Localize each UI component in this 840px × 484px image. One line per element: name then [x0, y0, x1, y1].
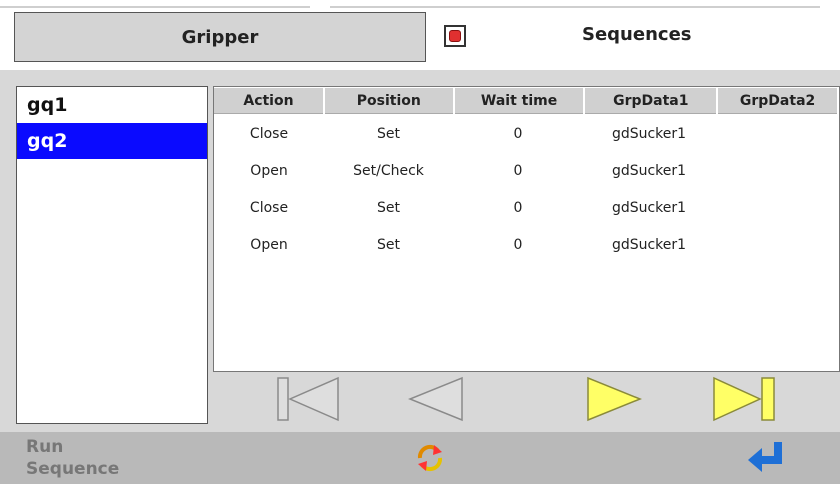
cell-grpdata1: gdSucker1 [611, 162, 687, 179]
sequence-list[interactable]: gq1 gq2 [16, 86, 208, 424]
top-border [0, 0, 840, 10]
cell-action: Close [249, 125, 289, 142]
cell-wait-time: 0 [513, 162, 523, 179]
table-row[interactable]: Open Set/Check 0 gdSucker1 [214, 152, 839, 189]
next-button[interactable] [584, 376, 654, 422]
stop-button[interactable] [444, 25, 466, 47]
next-icon [587, 376, 643, 422]
previous-button[interactable] [406, 376, 476, 422]
cell-wait-time: 0 [513, 199, 523, 216]
list-item[interactable]: gq1 [17, 87, 207, 123]
last-icon [713, 376, 775, 422]
list-item-label: gq2 [27, 130, 68, 152]
stop-icon [449, 30, 461, 42]
first-icon [277, 376, 339, 422]
run-sequence-button[interactable]: Run Sequence [26, 436, 146, 480]
cell-position: Set [377, 199, 400, 216]
refresh-icon [417, 444, 443, 472]
tab-sequences-label: Sequences [582, 24, 692, 45]
column-header-position[interactable]: Position [324, 88, 453, 114]
first-button[interactable] [276, 376, 346, 422]
cell-wait-time: 0 [513, 125, 523, 142]
cell-wait-time: 0 [513, 236, 523, 253]
table-header: Action Position Wait time GrpData1 GrpDa… [214, 87, 839, 115]
cell-action: Close [249, 199, 289, 216]
tab-sequences[interactable]: Sequences [432, 12, 840, 62]
enter-icon [748, 442, 782, 472]
tab-gripper-label: Gripper [181, 26, 259, 48]
cell-position: Set/Check [353, 162, 424, 179]
cell-grpdata1: gdSucker1 [611, 125, 687, 142]
column-header-grpdata1[interactable]: GrpData1 [585, 88, 717, 114]
cell-position: Set [377, 236, 400, 253]
list-item-label: gq1 [27, 94, 68, 116]
sequence-table[interactable]: Action Position Wait time GrpData1 GrpDa… [213, 86, 840, 372]
cell-action: Open [250, 162, 288, 179]
cell-grpdata1: gdSucker1 [611, 236, 687, 253]
table-row[interactable]: Close Set 0 gdSucker1 [214, 115, 839, 152]
last-button[interactable] [710, 376, 780, 422]
table-row[interactable]: Close Set 0 gdSucker1 [214, 189, 839, 226]
cell-position: Set [377, 125, 400, 142]
tab-gripper[interactable]: Gripper [14, 12, 426, 62]
previous-icon [407, 376, 463, 422]
enter-button[interactable] [746, 440, 786, 474]
cell-action: Open [250, 236, 288, 253]
column-header-action[interactable]: Action [214, 88, 323, 114]
column-header-grpdata2[interactable]: GrpData2 [718, 88, 837, 114]
cell-grpdata1: gdSucker1 [611, 199, 687, 216]
bottom-toolbar: Run Sequence [0, 432, 840, 484]
refresh-button[interactable] [414, 442, 446, 474]
table-row[interactable]: Open Set 0 gdSucker1 [214, 226, 839, 263]
column-header-wait-time[interactable]: Wait time [454, 88, 584, 114]
list-item-selected[interactable]: gq2 [17, 123, 207, 159]
